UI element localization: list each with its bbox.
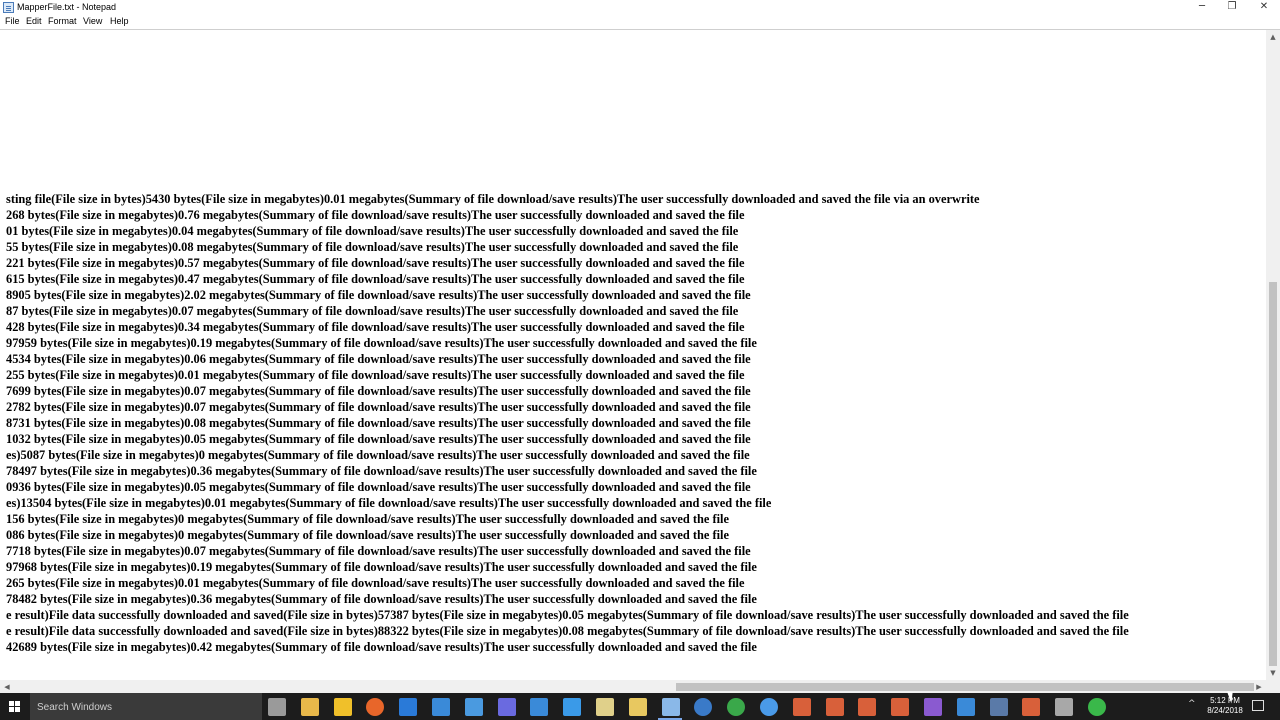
app-blue-icon[interactable] <box>399 698 417 716</box>
text-line: 7699 bytes(File size in megabytes)0.07 m… <box>6 384 751 398</box>
clock[interactable]: 5:12 PM 8/24/2018 <box>1200 696 1250 716</box>
text-line: 0936 bytes(File size in megabytes)0.05 m… <box>6 480 751 494</box>
text-line: 2782 bytes(File size in megabytes)0.07 m… <box>6 400 751 414</box>
maximize-button[interactable]: ❐ <box>1216 0 1248 15</box>
title-bar[interactable]: MapperFile.txt - Notepad ─ ❐ ✕ <box>0 0 1280 15</box>
text-line: 255 bytes(File size in megabytes)0.01 me… <box>6 368 745 382</box>
clock-date: 8/24/2018 <box>1207 706 1243 715</box>
search-input[interactable] <box>37 700 237 714</box>
visual-studio-code-icon[interactable] <box>530 698 548 716</box>
search-box[interactable] <box>30 693 262 720</box>
vertical-scrollbar[interactable]: ▲ ▼ <box>1266 30 1280 680</box>
menu-edit[interactable]: Edit <box>26 16 42 26</box>
app-plane-icon[interactable] <box>563 698 581 716</box>
text-line: es)13504 bytes(File size in megabytes)0.… <box>6 496 772 510</box>
text-line: 97959 bytes(File size in megabytes)0.19 … <box>6 336 757 350</box>
menu-view[interactable]: View <box>83 16 102 26</box>
download-icon[interactable] <box>1088 698 1106 716</box>
file-explorer-icon[interactable] <box>301 698 319 716</box>
text-line: 97968 bytes(File size in megabytes)0.19 … <box>6 560 757 574</box>
store-icon[interactable] <box>334 698 352 716</box>
text-line: 428 bytes(File size in megabytes)0.34 me… <box>6 320 745 334</box>
menu-bar: File Edit Format View Help <box>0 15 1280 29</box>
visual-studio-icon[interactable] <box>924 698 942 716</box>
scroll-right-icon[interactable]: ▶ <box>1252 680 1266 694</box>
text-line: 615 bytes(File size in megabytes)0.47 me… <box>6 272 745 286</box>
document-icon[interactable] <box>596 698 614 716</box>
minimize-button[interactable]: ─ <box>1186 0 1218 15</box>
text-line: 156 bytes(File size in megabytes)0 megab… <box>6 512 730 526</box>
text-line: 8905 bytes(File size in megabytes)2.02 m… <box>6 288 751 302</box>
text-line: 8731 bytes(File size in megabytes)0.08 m… <box>6 416 751 430</box>
editor[interactable]: sting file(File size in bytes)5430 bytes… <box>0 29 1280 694</box>
menu-file[interactable]: File <box>5 16 20 26</box>
text-line: e result)File data successfully download… <box>6 624 1129 638</box>
notification-icon[interactable] <box>1252 700 1264 711</box>
app-gray-icon[interactable] <box>1055 698 1073 716</box>
text-line: 01 bytes(File size in megabytes)0.04 meg… <box>6 224 739 238</box>
start-button[interactable] <box>0 693 30 720</box>
app-chart-icon-2[interactable] <box>826 698 844 716</box>
app-chart-icon-3[interactable] <box>858 698 876 716</box>
mail-icon[interactable] <box>432 698 450 716</box>
task-view-icon[interactable] <box>268 698 286 716</box>
text-line: 78497 bytes(File size in megabytes)0.36 … <box>6 464 757 478</box>
text-line: 265 bytes(File size in megabytes)0.01 me… <box>6 576 745 590</box>
text-line: sting file(File size in bytes)5430 bytes… <box>6 192 980 206</box>
text-area[interactable]: sting file(File size in bytes)5430 bytes… <box>0 30 1266 680</box>
scrollbar-corner <box>1266 680 1280 694</box>
text-line: e result)File data successfully download… <box>6 608 1129 622</box>
browser-icon[interactable] <box>760 698 778 716</box>
firefox-icon[interactable] <box>366 698 384 716</box>
horizontal-scrollbar[interactable]: ◀ ▶ <box>0 680 1266 694</box>
text-line: es)5087 bytes(File size in megabytes)0 m… <box>6 448 750 462</box>
notepad-icon <box>3 2 14 13</box>
text-line: 1032 bytes(File size in megabytes)0.05 m… <box>6 432 751 446</box>
app-ship-icon[interactable] <box>465 698 483 716</box>
close-button[interactable]: ✕ <box>1248 0 1280 15</box>
scroll-left-icon[interactable]: ◀ <box>0 680 14 694</box>
app-chart-icon-5[interactable] <box>1022 698 1040 716</box>
text-line: 87 bytes(File size in megabytes)0.07 meg… <box>6 304 739 318</box>
text-line: 42689 bytes(File size in megabytes)0.42 … <box>6 640 757 654</box>
app-chart-icon[interactable] <box>793 698 811 716</box>
app-globe-icon[interactable] <box>694 698 712 716</box>
text-line: 086 bytes(File size in megabytes)0 megab… <box>6 528 730 542</box>
text-line: 78482 bytes(File size in megabytes)0.36 … <box>6 592 757 606</box>
folder-icon[interactable] <box>629 698 647 716</box>
text-line: 4534 bytes(File size in megabytes)0.06 m… <box>6 352 751 366</box>
horizontal-scroll-thumb[interactable] <box>676 683 1254 691</box>
text-line: 7718 bytes(File size in megabytes)0.07 m… <box>6 544 751 558</box>
text-line: 268 bytes(File size in megabytes)0.76 me… <box>6 208 745 222</box>
text-line: 55 bytes(File size in megabytes)0.08 meg… <box>6 240 739 254</box>
notepad-icon[interactable] <box>662 698 680 716</box>
scroll-up-icon[interactable]: ▲ <box>1266 30 1280 44</box>
menu-format[interactable]: Format <box>48 16 77 26</box>
app-chart-icon-4[interactable] <box>891 698 909 716</box>
app-purple-icon[interactable] <box>498 698 516 716</box>
windows-logo-icon <box>9 701 20 712</box>
vertical-scroll-thumb[interactable] <box>1269 282 1277 666</box>
scroll-down-icon[interactable]: ▼ <box>1266 666 1280 680</box>
app-blue-icon-2[interactable] <box>957 698 975 716</box>
text-line: 221 bytes(File size in megabytes)0.57 me… <box>6 256 745 270</box>
menu-help[interactable]: Help <box>110 16 129 26</box>
window-title: MapperFile.txt - Notepad <box>17 2 117 12</box>
clock-time: 5:12 PM <box>1210 696 1240 705</box>
steam-icon[interactable] <box>990 698 1008 716</box>
taskbar: ^ 5:12 PM 8/24/2018 <box>0 693 1280 720</box>
tray-chevron-icon[interactable]: ^ <box>1188 699 1196 709</box>
chrome-icon[interactable] <box>727 698 745 716</box>
